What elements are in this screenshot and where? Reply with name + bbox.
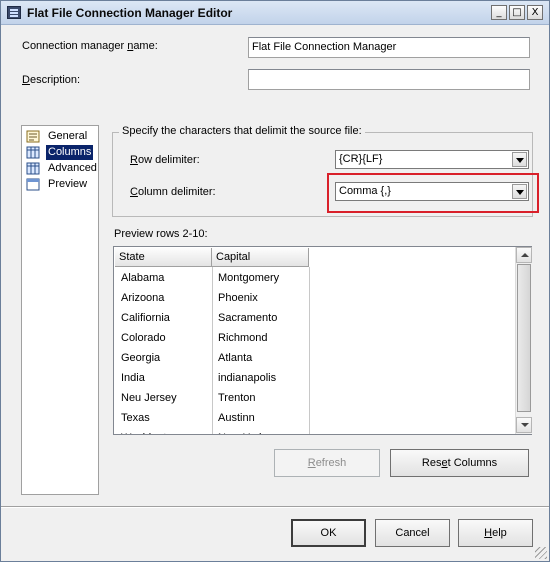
name-label: Connection manager name: <box>22 40 158 52</box>
grid-cell: Califiornia <box>121 312 170 324</box>
grid-cell: Colorado <box>121 332 166 344</box>
refresh-button[interactable]: Refresh <box>274 449 380 477</box>
grid-cell: Washingt... <box>115 428 212 434</box>
dialog-window: Flat File Connection Manager Editor _ □ … <box>0 0 550 562</box>
grid-cell: New York <box>212 428 309 434</box>
general-page-icon <box>26 130 40 143</box>
preview-label: Preview rows 2-10: <box>114 228 208 240</box>
row-delimiter-value: {CR}{LF} <box>339 153 383 165</box>
grid-cell: Neu Jersey <box>121 392 177 404</box>
preview-page-icon <box>26 178 40 191</box>
cancel-button[interactable]: Cancel <box>375 519 450 547</box>
grid-cell: Montgomery <box>218 272 280 284</box>
grid-cell: Alabama <box>121 272 165 284</box>
footer-separator <box>1 506 549 508</box>
grid-cell: Austinn <box>218 412 255 424</box>
page-list: General Columns Advanced Preview <box>21 125 99 495</box>
name-field[interactable]: Flat File Connection Manager <box>248 37 530 58</box>
grid-cell: Atlanta <box>218 352 253 364</box>
grid-cell: indianapolis <box>218 372 277 384</box>
grid-cell: Phoenix <box>218 292 258 304</box>
grid-cell: Texas <box>121 412 150 424</box>
grid-cell: Georgia <box>121 352 161 364</box>
grid-cell: India <box>121 372 145 384</box>
advanced-page-icon <box>26 162 40 175</box>
description-field[interactable] <box>248 69 530 90</box>
maximize-button[interactable]: □ <box>509 5 525 20</box>
grid-cell: Trenton <box>218 392 256 404</box>
grid-cell: Arizoona <box>121 292 165 304</box>
reset-columns-button[interactable]: Reset Columns <box>390 449 529 477</box>
scroll-down-icon[interactable] <box>516 417 532 433</box>
preview-scrollbar[interactable] <box>515 247 532 434</box>
column-header-capital[interactable]: Capital <box>212 248 309 267</box>
minimize-button[interactable]: _ <box>491 5 507 20</box>
description-label: Description: <box>22 74 81 86</box>
annotation-highlight-box <box>327 173 539 213</box>
row-delimiter-label: Row delimiter: <box>130 154 200 166</box>
close-button[interactable]: X <box>527 5 543 20</box>
resize-grip[interactable] <box>535 547 547 559</box>
window-title: Flat File Connection Manager Editor <box>27 6 233 20</box>
ok-button[interactable]: OK <box>291 519 366 547</box>
chevron-down-icon[interactable] <box>512 152 527 167</box>
column-delimiter-label: Column delimiter: <box>130 186 216 198</box>
preview-grid[interactable]: State Capital Alabama Montgomery Arizoona P… <box>113 246 532 435</box>
title-bar[interactable]: Flat File Connection Manager Editor _ □ … <box>1 1 549 25</box>
app-icon <box>7 6 21 19</box>
grid-cell: Richmond <box>218 332 268 344</box>
row-delimiter-select[interactable]: {CR}{LF} <box>335 150 529 169</box>
delimiter-group-title: Specify the characters that delimit the … <box>119 125 365 137</box>
help-button[interactable]: Help <box>458 519 533 547</box>
columns-page-icon <box>26 146 40 159</box>
grid-divider <box>309 267 310 434</box>
scroll-thumb[interactable] <box>517 264 531 412</box>
scroll-up-icon[interactable] <box>516 247 532 263</box>
column-header-state[interactable]: State <box>115 248 212 267</box>
grid-cell: Sacramento <box>218 312 278 324</box>
